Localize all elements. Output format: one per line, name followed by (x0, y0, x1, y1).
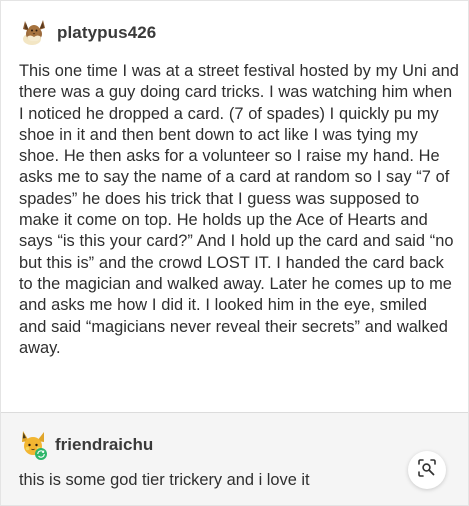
eevee-avatar-icon[interactable] (17, 17, 49, 49)
reply-post: friendraichu this is some god tier trick… (1, 413, 468, 505)
original-post: platypus426 This one time I was at a str… (1, 1, 468, 412)
reply-header: friendraichu (17, 429, 153, 461)
post-body-text: This one time I was at a street festival… (19, 62, 459, 357)
visual-search-button[interactable] (408, 451, 446, 489)
reply-username[interactable]: friendraichu (55, 435, 153, 455)
visual-search-icon (417, 458, 437, 483)
raichu-avatar-icon[interactable] (17, 429, 49, 461)
post-header: platypus426 (17, 17, 156, 49)
reply-body-text: this is some god tier trickery and i lov… (19, 471, 310, 489)
screenshot-frame: platypus426 This one time I was at a str… (0, 0, 469, 506)
post-username[interactable]: platypus426 (57, 23, 156, 43)
